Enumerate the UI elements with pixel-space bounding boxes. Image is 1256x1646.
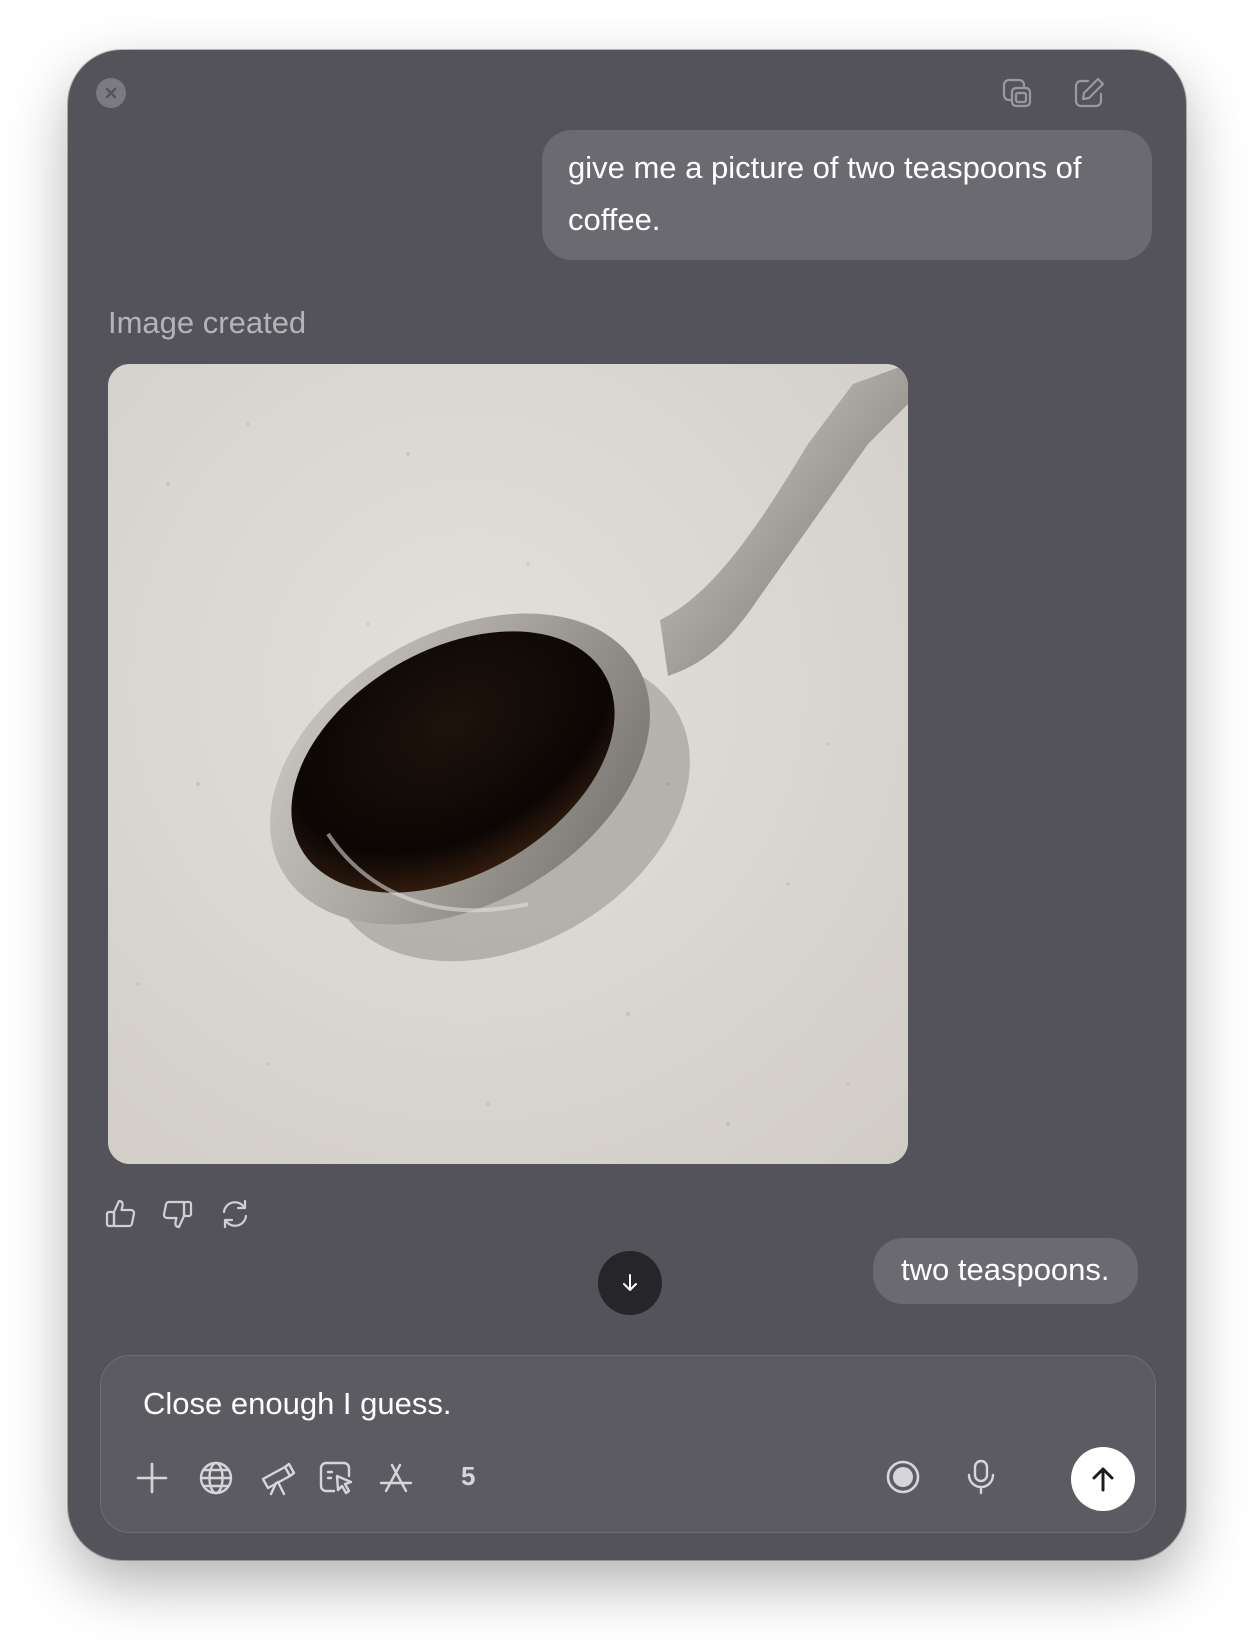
plus-icon[interactable] bbox=[133, 1459, 171, 1497]
send-button[interactable] bbox=[1071, 1447, 1135, 1511]
telescope-icon[interactable] bbox=[259, 1459, 297, 1497]
thumbs-down-icon[interactable] bbox=[160, 1197, 194, 1231]
close-icon bbox=[105, 87, 117, 99]
user-message: give me a picture of two teaspoons of co… bbox=[542, 130, 1152, 260]
user-message: two teaspoons. bbox=[873, 1238, 1138, 1304]
regenerate-icon[interactable] bbox=[218, 1197, 252, 1231]
thumbs-up-icon[interactable] bbox=[104, 1197, 138, 1231]
close-button[interactable] bbox=[96, 78, 126, 108]
arrow-down-icon bbox=[623, 1274, 637, 1291]
mic-icon[interactable] bbox=[961, 1457, 1001, 1497]
arrow-up-icon bbox=[1092, 1467, 1114, 1492]
generated-image[interactable] bbox=[108, 364, 908, 1164]
scroll-to-bottom-button[interactable] bbox=[598, 1251, 662, 1315]
compose-icon[interactable] bbox=[1072, 76, 1106, 110]
image-status-label: Image created bbox=[108, 305, 307, 340]
globe-icon[interactable] bbox=[197, 1459, 235, 1497]
voice-mode-icon[interactable] bbox=[883, 1457, 923, 1497]
new-window-icon[interactable] bbox=[1000, 76, 1034, 110]
message-composer[interactable]: Close enough I guess. 5 bbox=[100, 1355, 1156, 1533]
tools-count: 5 bbox=[461, 1461, 476, 1491]
chat-window: give me a picture of two teaspoons of co… bbox=[68, 50, 1186, 1560]
message-input[interactable]: Close enough I guess. bbox=[143, 1378, 1103, 1430]
app-store-icon[interactable] bbox=[377, 1459, 415, 1497]
canvas-icon[interactable] bbox=[317, 1459, 355, 1497]
